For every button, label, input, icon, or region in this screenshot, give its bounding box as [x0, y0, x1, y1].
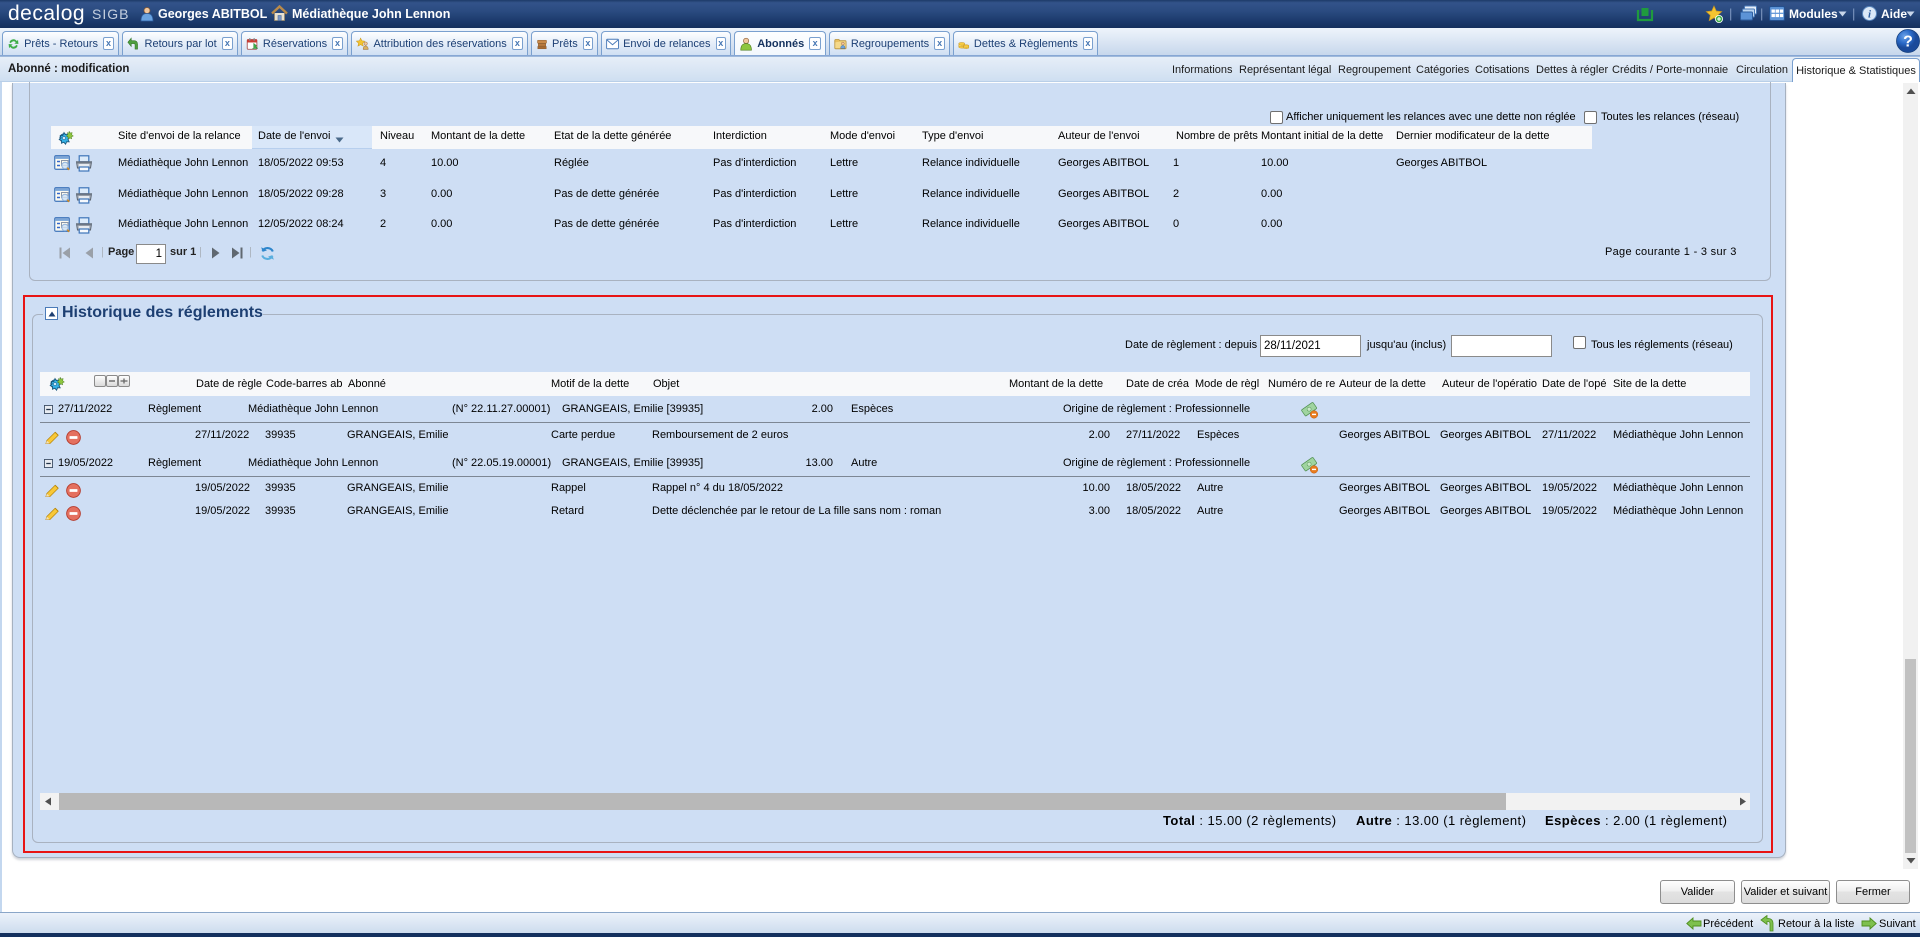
svg-text:?: ? [1903, 34, 1913, 51]
